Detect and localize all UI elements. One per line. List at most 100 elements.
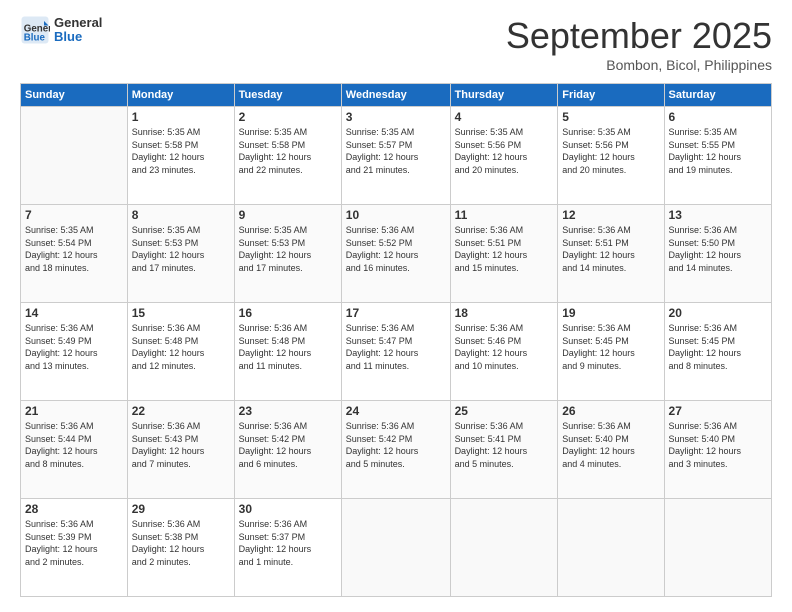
col-tuesday: Tuesday (234, 84, 341, 107)
day-info: Sunrise: 5:35 AM Sunset: 5:58 PM Dayligh… (239, 126, 337, 176)
svg-text:Blue: Blue (24, 33, 46, 44)
day-info: Sunrise: 5:36 AM Sunset: 5:45 PM Dayligh… (562, 322, 659, 372)
day-number: 9 (239, 208, 337, 222)
day-info: Sunrise: 5:36 AM Sunset: 5:37 PM Dayligh… (239, 518, 337, 568)
day-info: Sunrise: 5:35 AM Sunset: 5:54 PM Dayligh… (25, 224, 123, 274)
day-number: 15 (132, 306, 230, 320)
table-row: 9 Sunrise: 5:35 AM Sunset: 5:53 PM Daylig… (234, 205, 341, 303)
day-info: Sunrise: 5:35 AM Sunset: 5:57 PM Dayligh… (346, 126, 446, 176)
day-number: 17 (346, 306, 446, 320)
table-row: 3 Sunrise: 5:35 AM Sunset: 5:57 PM Daylig… (341, 107, 450, 205)
table-row: 27 Sunrise: 5:36 AM Sunset: 5:40 PM Dayli… (664, 401, 771, 499)
day-info: Sunrise: 5:36 AM Sunset: 5:48 PM Dayligh… (239, 322, 337, 372)
table-row: 30 Sunrise: 5:36 AM Sunset: 5:37 PM Dayli… (234, 499, 341, 597)
day-number: 18 (455, 306, 554, 320)
table-row: 19 Sunrise: 5:36 AM Sunset: 5:45 PM Dayli… (558, 303, 664, 401)
day-info: Sunrise: 5:36 AM Sunset: 5:51 PM Dayligh… (455, 224, 554, 274)
table-row: 5 Sunrise: 5:35 AM Sunset: 5:56 PM Daylig… (558, 107, 664, 205)
table-row: 11 Sunrise: 5:36 AM Sunset: 5:51 PM Dayli… (450, 205, 558, 303)
col-thursday: Thursday (450, 84, 558, 107)
day-number: 22 (132, 404, 230, 418)
day-number: 29 (132, 502, 230, 516)
day-info: Sunrise: 5:36 AM Sunset: 5:40 PM Dayligh… (669, 420, 767, 470)
table-row: 8Sunrise: 5:35 AM Sunset: 5:53 PM Daylig… (127, 205, 234, 303)
logo-text-blue: Blue (54, 30, 102, 44)
logo-text-general: General (54, 15, 102, 30)
day-number: 4 (455, 110, 554, 124)
day-info: Sunrise: 5:36 AM Sunset: 5:46 PM Dayligh… (455, 322, 554, 372)
day-info: Sunrise: 5:36 AM Sunset: 5:43 PM Dayligh… (132, 420, 230, 470)
table-row: 24 Sunrise: 5:36 AM Sunset: 5:42 PM Dayli… (341, 401, 450, 499)
table-row: 21 Sunrise: 5:36 AM Sunset: 5:44 PM Dayli… (21, 401, 128, 499)
table-row: 26 Sunrise: 5:36 AM Sunset: 5:40 PM Dayli… (558, 401, 664, 499)
day-info: Sunrise: 5:36 AM Sunset: 5:40 PM Dayligh… (562, 420, 659, 470)
day-info: Sunrise: 5:35 AM Sunset: 5:55 PM Dayligh… (669, 126, 767, 176)
calendar-table: Sunday Monday Tuesday Wednesday Thursday… (20, 83, 772, 597)
table-row: 23 Sunrise: 5:36 AM Sunset: 5:42 PM Dayli… (234, 401, 341, 499)
table-row: 25Sunrise: 5:36 AM Sunset: 5:41 PM Dayli… (450, 401, 558, 499)
day-info: Sunrise: 5:36 AM Sunset: 5:49 PM Dayligh… (25, 322, 123, 372)
calendar-header-row: Sunday Monday Tuesday Wednesday Thursday… (21, 84, 772, 107)
day-info: Sunrise: 5:35 AM Sunset: 5:53 PM Dayligh… (239, 224, 337, 274)
table-row: 12Sunrise: 5:36 AM Sunset: 5:51 PM Dayli… (558, 205, 664, 303)
table-row: 4Sunrise: 5:35 AM Sunset: 5:56 PM Daylig… (450, 107, 558, 205)
table-row: 16 Sunrise: 5:36 AM Sunset: 5:48 PM Dayli… (234, 303, 341, 401)
day-info: Sunrise: 5:36 AM Sunset: 5:47 PM Dayligh… (346, 322, 446, 372)
table-row: 10Sunrise: 5:36 AM Sunset: 5:52 PM Dayli… (341, 205, 450, 303)
table-row: 1Sunrise: 5:35 AM Sunset: 5:58 PM Daylig… (127, 107, 234, 205)
day-info: Sunrise: 5:36 AM Sunset: 5:50 PM Dayligh… (669, 224, 767, 274)
table-row: 13 Sunrise: 5:36 AM Sunset: 5:50 PM Dayli… (664, 205, 771, 303)
day-info: Sunrise: 5:35 AM Sunset: 5:53 PM Dayligh… (132, 224, 230, 274)
day-number: 28 (25, 502, 123, 516)
calendar-week-row: 28 Sunrise: 5:36 AM Sunset: 5:39 PM Dayli… (21, 499, 772, 597)
col-friday: Friday (558, 84, 664, 107)
col-monday: Monday (127, 84, 234, 107)
day-info: Sunrise: 5:36 AM Sunset: 5:42 PM Dayligh… (346, 420, 446, 470)
day-info: Sunrise: 5:36 AM Sunset: 5:38 PM Dayligh… (132, 518, 230, 568)
day-info: Sunrise: 5:36 AM Sunset: 5:45 PM Dayligh… (669, 322, 767, 372)
day-info: Sunrise: 5:36 AM Sunset: 5:39 PM Dayligh… (25, 518, 123, 568)
day-number: 13 (669, 208, 767, 222)
table-row: 29 Sunrise: 5:36 AM Sunset: 5:38 PM Dayli… (127, 499, 234, 597)
table-row: 2Sunrise: 5:35 AM Sunset: 5:58 PM Daylig… (234, 107, 341, 205)
table-row: 7 Sunrise: 5:35 AM Sunset: 5:54 PM Daylig… (21, 205, 128, 303)
day-info: Sunrise: 5:35 AM Sunset: 5:56 PM Dayligh… (562, 126, 659, 176)
col-sunday: Sunday (21, 84, 128, 107)
calendar-week-row: 14 Sunrise: 5:36 AM Sunset: 5:49 PM Dayli… (21, 303, 772, 401)
table-row: 17 Sunrise: 5:36 AM Sunset: 5:47 PM Dayli… (341, 303, 450, 401)
day-number: 12 (562, 208, 659, 222)
day-number: 25 (455, 404, 554, 418)
day-info: Sunrise: 5:35 AM Sunset: 5:58 PM Dayligh… (132, 126, 230, 176)
day-number: 3 (346, 110, 446, 124)
day-number: 26 (562, 404, 659, 418)
logo-icon: General Blue (20, 15, 50, 45)
location-subtitle: Bombon, Bicol, Philippines (506, 57, 772, 73)
header: General Blue General Blue September 2025… (20, 15, 772, 73)
col-wednesday: Wednesday (341, 84, 450, 107)
day-number: 6 (669, 110, 767, 124)
title-section: September 2025 Bombon, Bicol, Philippine… (506, 15, 772, 73)
day-number: 16 (239, 306, 337, 320)
month-title: September 2025 (506, 15, 772, 57)
table-row (664, 499, 771, 597)
day-number: 10 (346, 208, 446, 222)
calendar-page: General Blue General Blue September 2025… (0, 0, 792, 612)
table-row: 15 Sunrise: 5:36 AM Sunset: 5:48 PM Dayli… (127, 303, 234, 401)
day-number: 24 (346, 404, 446, 418)
day-info: Sunrise: 5:36 AM Sunset: 5:42 PM Dayligh… (239, 420, 337, 470)
day-info: Sunrise: 5:36 AM Sunset: 5:44 PM Dayligh… (25, 420, 123, 470)
day-number: 11 (455, 208, 554, 222)
day-number: 5 (562, 110, 659, 124)
day-number: 21 (25, 404, 123, 418)
day-number: 27 (669, 404, 767, 418)
day-number: 23 (239, 404, 337, 418)
calendar-week-row: 21 Sunrise: 5:36 AM Sunset: 5:44 PM Dayli… (21, 401, 772, 499)
calendar-week-row: 7 Sunrise: 5:35 AM Sunset: 5:54 PM Daylig… (21, 205, 772, 303)
day-info: Sunrise: 5:36 AM Sunset: 5:48 PM Dayligh… (132, 322, 230, 372)
table-row (558, 499, 664, 597)
day-number: 30 (239, 502, 337, 516)
day-number: 19 (562, 306, 659, 320)
day-number: 7 (25, 208, 123, 222)
table-row: 6 Sunrise: 5:35 AM Sunset: 5:55 PM Daylig… (664, 107, 771, 205)
day-number: 14 (25, 306, 123, 320)
